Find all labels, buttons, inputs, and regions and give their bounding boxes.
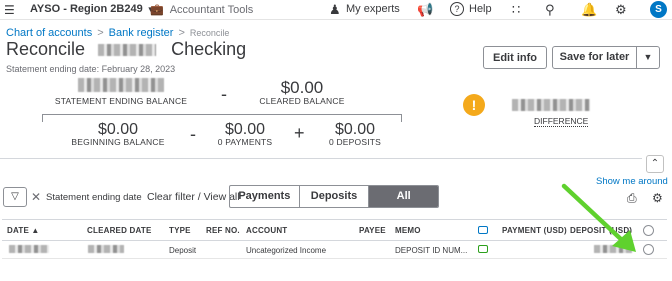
plus-operator: + [294,123,305,143]
redacted-difference-value [512,99,590,111]
cleared-balance-label: CLEARED BALANCE [259,96,345,106]
edit-info-button[interactable]: Edit info [483,46,547,69]
breadcrumb-chart-of-accounts[interactable]: Chart of accounts [6,27,92,39]
tab-payments[interactable]: Payments [230,186,300,207]
breadcrumb-separator: > [97,27,104,39]
help-icon[interactable]: ? [450,2,464,16]
page-title: Reconcile Checking [6,39,246,60]
row-memo: DEPOSIT ID NUM... [395,246,468,255]
redacted-statement-ending-balance [78,78,164,92]
collapse-summary-button[interactable]: ⌃ [646,155,664,173]
cleared-balance-value: $0.00 [280,78,324,97]
accountant-tools-menu[interactable]: 💼 Accountant Tools [150,3,253,16]
statement-ending-balance-label: STATEMENT ENDING BALANCE [54,96,188,106]
row-select-radio[interactable] [643,244,654,255]
bell-icon[interactable]: 🔔 [581,2,597,18]
help-link[interactable]: Help [469,3,492,15]
column-payee[interactable]: PAYEE [359,226,386,235]
attachment-icon [478,226,488,234]
deposits-count-label: 0 DEPOSITS [328,137,382,147]
column-account[interactable]: ACCOUNT [246,226,287,235]
redacted-cleared-date [88,245,124,253]
active-filter-chip: Statement ending date [46,192,142,203]
attachment-icon[interactable] [478,245,488,253]
tab-deposits[interactable]: Deposits [300,186,370,207]
chevron-down-icon[interactable]: ▼ [637,47,659,68]
accountant-tools-label: Accountant Tools [169,4,254,16]
row-account: Uncategorized Income [246,246,327,255]
page-title-prefix: Reconcile [6,39,86,59]
warning-icon: ! [463,94,485,116]
breadcrumb-bank-register[interactable]: Bank register [109,27,174,39]
column-ref-no[interactable]: REF NO. [206,226,240,235]
page-title-suffix: Checking [171,39,247,59]
clear-filter-link[interactable]: Clear filter / View all [147,191,240,203]
breadcrumb: Chart of accounts > Bank register > Reconcil… [6,27,229,39]
section-divider [0,158,642,159]
redacted-account-number [98,44,157,57]
search-icon[interactable]: ⚲ [545,2,555,18]
statement-ending-date: Statement ending date: February 28, 2023 [6,64,176,74]
avatar[interactable]: S [650,1,667,18]
person-icon[interactable]: ♟ [329,2,341,18]
tab-all[interactable]: All [369,186,438,207]
megaphone-icon[interactable]: 📢 [417,2,433,18]
transaction-type-toggle: Payments Deposits All [229,185,439,208]
funnel-icon: ▽ [11,191,19,202]
payments-count-label: 0 PAYMENTS [217,137,273,147]
close-icon[interactable]: ✕ [31,190,41,204]
minus-operator: - [190,124,196,144]
grid-icon[interactable]: ∷ [512,2,520,18]
breadcrumb-current: Reconcile [189,28,230,38]
company-name: AYSO - Region 2B249 [30,3,143,15]
row-type: Deposit [169,246,197,255]
column-cleared-date[interactable]: CLEARED DATE [87,226,151,235]
redacted-date [9,245,49,253]
column-date[interactable]: DATE ▲ [7,226,40,235]
my-experts-link[interactable]: My experts [346,3,400,15]
column-memo[interactable]: MEMO [395,226,421,235]
save-for-later-split-button: Save for later ▼ [552,46,660,69]
difference-label: DIFFERENCE [534,116,589,127]
gear-icon[interactable]: ⚙ [615,2,627,18]
company-switcher[interactable]: AYSO - Region 2B249 ▼ [30,3,155,15]
save-for-later-button[interactable]: Save for later [553,47,637,68]
top-navigation-bar: ☰ AYSO - Region 2B249 ▼ 💼 Accountant Tools… [0,0,672,20]
minus-operator: - [221,84,227,104]
hamburger-icon[interactable]: ☰ [4,3,15,17]
breadcrumb-separator: > [178,27,185,39]
briefcase-icon: 💼 [150,4,164,16]
chevron-up-icon: ⌃ [650,158,660,169]
beginning-balance-label: BEGINNING BALANCE [71,137,165,147]
select-all-radio[interactable] [643,225,654,236]
column-type[interactable]: TYPE [169,226,191,235]
filter-button[interactable]: ▽ [3,187,27,207]
gear-icon[interactable]: ⚙ [652,191,663,205]
annotation-arrow [561,183,636,252]
